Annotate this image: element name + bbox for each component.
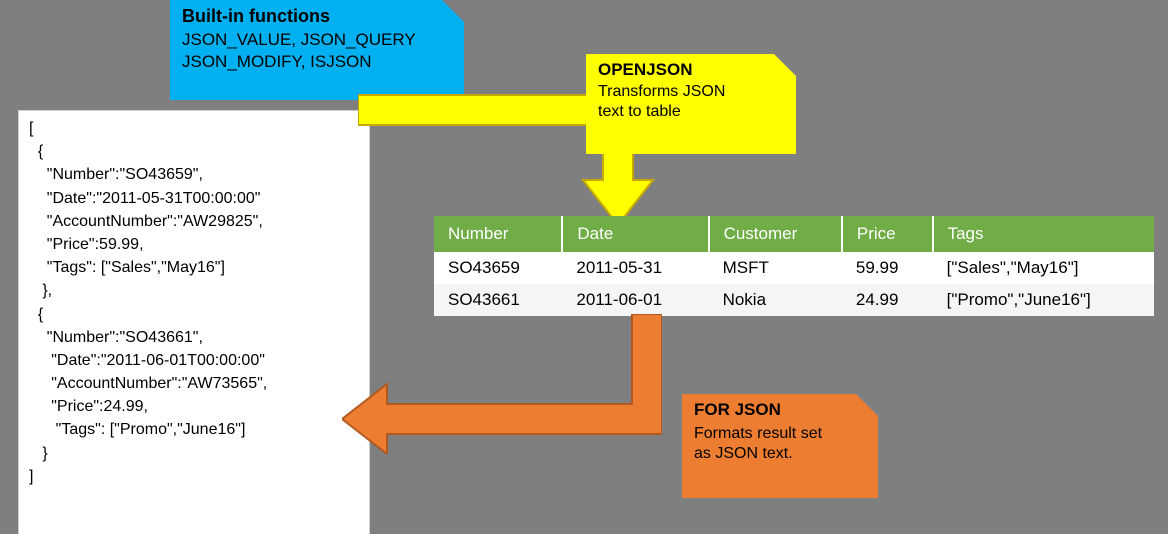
table-row: SO43659 2011-05-31 MSFT 59.99 ["Sales","… (434, 252, 1154, 284)
table-cell: ["Promo","June16"] (933, 284, 1154, 316)
forjson-title: FOR JSON (694, 400, 866, 420)
table-cell: SO43659 (434, 252, 562, 284)
openjson-body: Transforms JSON text to table (598, 82, 784, 122)
result-table: Number Date Customer Price Tags SO43659 … (434, 216, 1154, 316)
builtin-functions-title: Built-in functions (182, 6, 452, 27)
table-cell: 59.99 (842, 252, 933, 284)
builtin-functions-body: JSON_VALUE, JSON_QUERY JSON_MODIFY, ISJS… (182, 29, 452, 73)
forjson-callout: FOR JSON Formats result set as JSON text… (682, 394, 878, 498)
table-cell: Nokia (709, 284, 842, 316)
table-header-row: Number Date Customer Price Tags (434, 216, 1154, 252)
table-header: Date (562, 216, 708, 252)
diagram-canvas: [ { "Number":"SO43659", "Date":"2011-05-… (0, 0, 1168, 534)
table-cell: MSFT (709, 252, 842, 284)
table-cell: 2011-06-01 (562, 284, 708, 316)
table-header: Tags (933, 216, 1154, 252)
table-header: Number (434, 216, 562, 252)
table-cell: SO43661 (434, 284, 562, 316)
table-header: Price (842, 216, 933, 252)
json-text-panel: [ { "Number":"SO43659", "Date":"2011-05-… (18, 110, 370, 534)
openjson-callout: OPENJSON Transforms JSON text to table (586, 54, 796, 154)
table-cell: ["Sales","May16"] (933, 252, 1154, 284)
openjson-title: OPENJSON (598, 60, 784, 80)
table-cell: 24.99 (842, 284, 933, 316)
table-header: Customer (709, 216, 842, 252)
table-cell: 2011-05-31 (562, 252, 708, 284)
forjson-arrow-icon (342, 314, 662, 454)
table-row: SO43661 2011-06-01 Nokia 24.99 ["Promo",… (434, 284, 1154, 316)
forjson-body: Formats result set as JSON text. (694, 424, 866, 464)
